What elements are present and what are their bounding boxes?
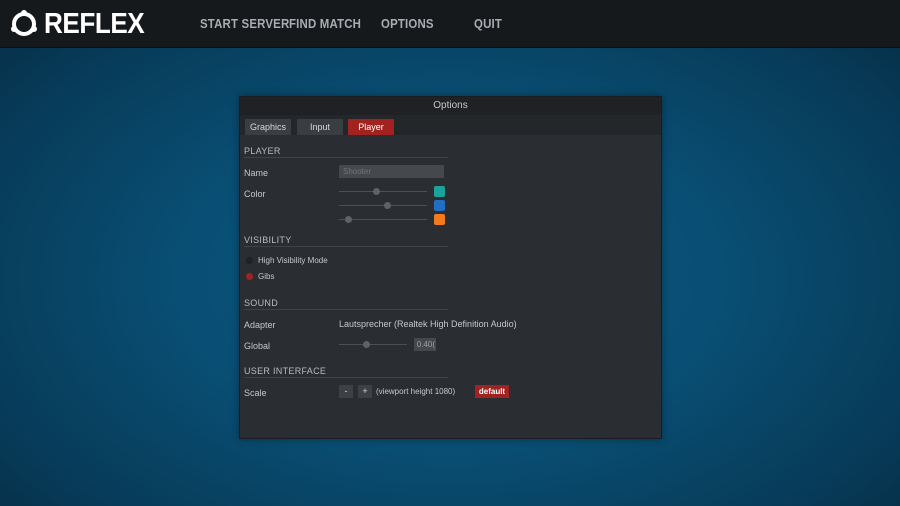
options-panel: Options Graphics Input Player PLAYER Nam… xyxy=(239,96,662,439)
logo-text: REFLEX xyxy=(44,7,145,40)
slider-knob[interactable] xyxy=(372,188,380,195)
scale-increase-button[interactable]: + xyxy=(358,385,372,398)
color-swatch-2[interactable] xyxy=(434,200,445,211)
scale-default-button[interactable]: default xyxy=(475,385,509,398)
adapter-label: Adapter xyxy=(244,320,276,330)
nav-start-server[interactable]: START SERVER xyxy=(200,16,289,31)
logo: REFLEX xyxy=(10,8,155,40)
name-label: Name xyxy=(244,168,269,178)
nav-find-match[interactable]: FIND MATCH xyxy=(289,16,361,31)
reflex-logo-icon xyxy=(11,10,37,36)
section-sound: SOUND xyxy=(244,298,448,310)
tab-bar: Graphics Input Player xyxy=(240,115,661,135)
section-player: PLAYER xyxy=(244,146,448,158)
color-slider-3[interactable] xyxy=(339,215,427,225)
color-swatch-1[interactable] xyxy=(434,186,445,197)
scale-value: (viewport height 1080) xyxy=(376,387,456,396)
color-slider-2[interactable] xyxy=(339,201,427,211)
slider-knob[interactable] xyxy=(363,341,371,348)
color-swatch-3[interactable] xyxy=(434,214,445,225)
nav-options[interactable]: OPTIONS xyxy=(381,16,434,31)
section-visibility: VISIBILITY xyxy=(244,235,448,247)
high-visibility-label: High Visibility Mode xyxy=(258,256,328,265)
panel-title: Options xyxy=(240,97,661,116)
color-label: Color xyxy=(244,189,266,199)
global-volume-value[interactable]: 0.40( xyxy=(414,338,436,351)
name-input[interactable] xyxy=(339,165,444,178)
gibs-label: Gibs xyxy=(258,272,275,281)
color-slider-1[interactable] xyxy=(339,187,427,197)
section-user-interface: USER INTERFACE xyxy=(244,366,448,378)
tab-player[interactable]: Player xyxy=(348,119,394,135)
high-visibility-toggle[interactable] xyxy=(246,257,253,264)
tab-graphics[interactable]: Graphics xyxy=(245,119,291,135)
slider-knob[interactable] xyxy=(384,202,392,209)
nav-quit[interactable]: QUIT xyxy=(474,16,502,31)
gibs-toggle[interactable] xyxy=(246,273,253,280)
top-bar: REFLEX START SERVER FIND MATCH OPTIONS Q… xyxy=(0,0,900,48)
tab-input[interactable]: Input xyxy=(297,119,343,135)
scale-decrease-button[interactable]: - xyxy=(339,385,353,398)
global-label: Global xyxy=(244,341,271,351)
global-volume-slider[interactable] xyxy=(339,340,407,350)
slider-knob[interactable] xyxy=(344,216,352,223)
adapter-value[interactable]: Lautsprecher (Realtek High Definition Au… xyxy=(339,319,517,329)
scale-label: Scale xyxy=(244,388,267,398)
